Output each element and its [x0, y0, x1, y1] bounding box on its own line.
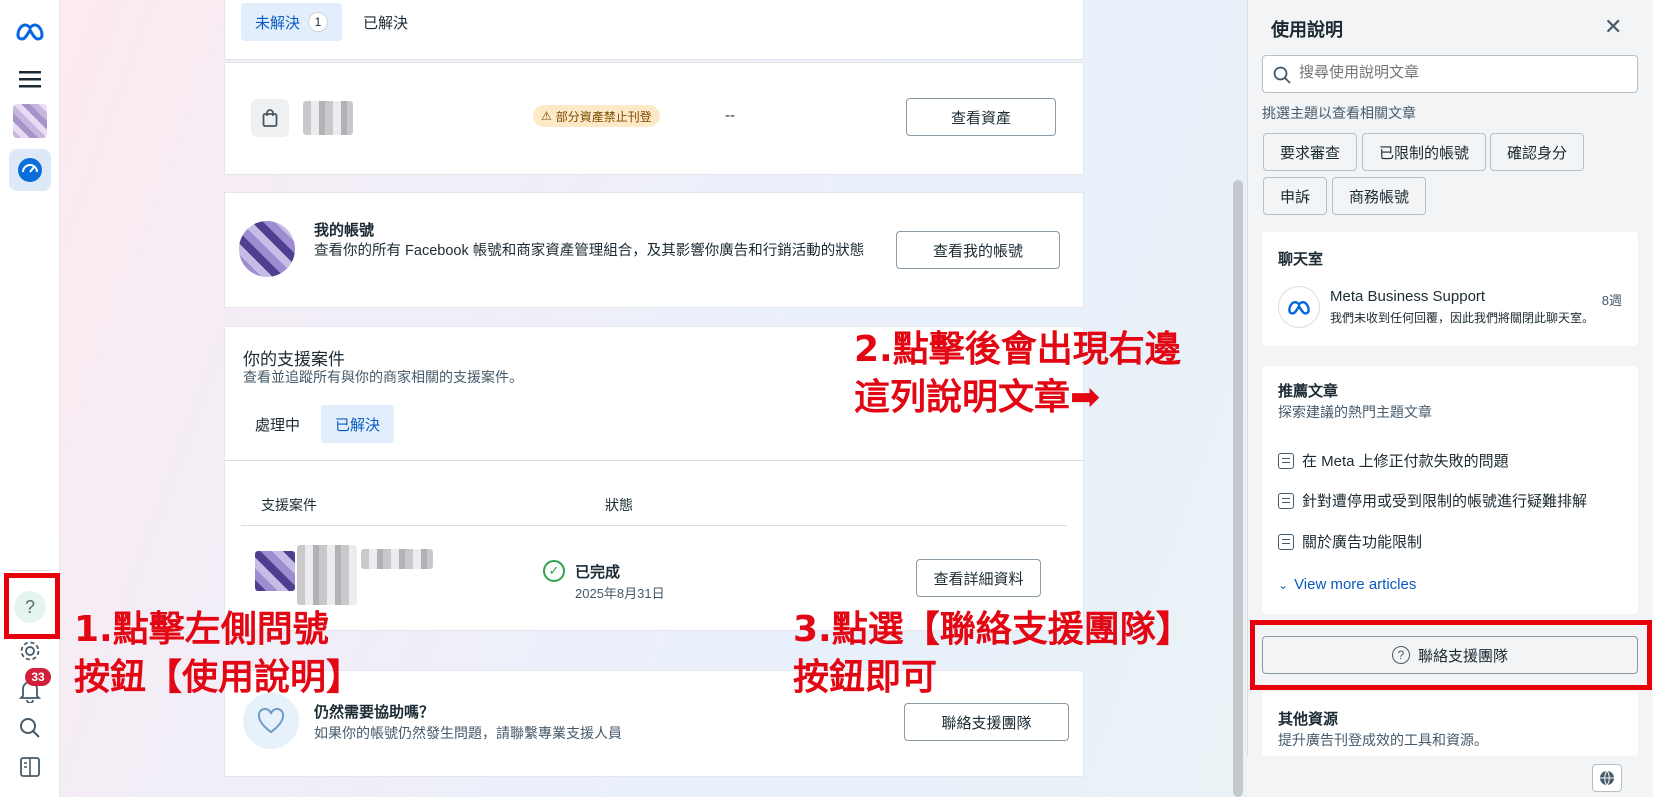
article-link[interactable]: 關於廣告功能限制	[1278, 531, 1422, 552]
case-date: 2025年8月31日	[575, 586, 665, 601]
search-icon[interactable]	[9, 707, 51, 749]
view-my-account-button[interactable]: 查看我的帳號	[896, 231, 1060, 269]
issues-tabs-card: 未解決 1 已解決	[224, 0, 1084, 60]
globe-icon[interactable]	[1592, 764, 1622, 792]
annotation-step3: 3.點選【聯絡支援團隊】 按鈕即可	[793, 609, 1192, 698]
annotation-step1: 1.點擊左側問號 按鈕【使用說明】	[74, 609, 363, 698]
tab-resolved[interactable]: 已解決	[349, 3, 422, 41]
need-help-title: 仍然需要協助嗎？	[314, 704, 435, 721]
chevron-down-icon: ⌄	[1278, 577, 1289, 592]
topic-chip-business[interactable]: 商務帳號	[1332, 177, 1427, 215]
other-resources-title: 其他資源	[1278, 711, 1339, 728]
topics-hint: 挑選主題以查看相關文章	[1262, 105, 1416, 121]
view-details-button[interactable]: 查看詳細資料	[916, 559, 1041, 597]
support-home-icon[interactable]	[9, 149, 51, 191]
check-circle-icon: ✓	[543, 560, 565, 582]
left-rail: ? 33	[0, 0, 60, 797]
recommended-articles-card: 推薦文章 探索建議的熱門主題文章 在 Meta 上修正付款失敗的問題 針對遭停用…	[1262, 366, 1638, 614]
view-more-articles-link[interactable]: ⌄ View more articles	[1278, 576, 1416, 593]
article-icon	[1278, 492, 1294, 509]
tab-in-progress[interactable]: 處理中	[241, 405, 314, 443]
tab-cases-resolved[interactable]: 已解決	[321, 405, 395, 443]
chat-time: 8週	[1601, 293, 1622, 308]
chat-message: 我們未收到任何回覆，因此我們將關閉此聊天室。	[1330, 311, 1595, 325]
annotation-box-help	[4, 573, 60, 639]
account-avatar	[239, 221, 295, 277]
recommended-subtitle: 探索建議的熱門主題文章	[1278, 404, 1432, 420]
annotation-box-contact	[1250, 620, 1652, 690]
menu-icon[interactable]	[9, 58, 51, 100]
asset-value-dash: --	[725, 107, 735, 124]
article-link[interactable]: 在 Meta 上修正付款失敗的問題	[1278, 450, 1509, 471]
meta-logo-icon[interactable]	[9, 10, 51, 52]
help-search-input[interactable]	[1299, 64, 1619, 81]
article-link[interactable]: 針對遭停用或受到限制的帳號進行疑難排解	[1278, 490, 1587, 511]
support-cases-subtitle: 查看並追蹤所有與你的商家相關的支援案件。	[243, 369, 523, 385]
main-scrollbar[interactable]	[1233, 180, 1243, 797]
chat-card: 聊天室 Meta Business Support 8週 我們未收到任何回覆，因…	[1262, 232, 1638, 346]
recommended-title: 推薦文章	[1278, 383, 1339, 400]
unresolved-count: 1	[308, 12, 329, 32]
blurred-asset-name	[303, 101, 353, 135]
topic-chip-verify[interactable]: 確認身分	[1490, 133, 1585, 171]
case-status: 已完成	[575, 564, 621, 581]
contact-support-main-button[interactable]: 聯絡支援團隊	[904, 703, 1069, 741]
article-icon	[1278, 452, 1294, 469]
asset-row-card: ⚠ 部分資產禁止刊登 -- 查看資產	[224, 62, 1084, 175]
close-icon[interactable]: ✕	[1604, 14, 1622, 40]
chat-title: 聊天室	[1278, 251, 1324, 268]
panel-toggle-icon[interactable]	[9, 746, 51, 788]
topic-chip-appeal[interactable]: 申訴	[1263, 177, 1328, 215]
view-assets-button[interactable]: 查看資產	[906, 98, 1056, 136]
other-resources-card: 其他資源 提升廣告刊登成效的工具和資源。	[1262, 692, 1638, 756]
col-header-case: 支援案件	[261, 497, 317, 513]
blurred-case-name	[361, 549, 433, 569]
notification-badge: 33	[25, 668, 51, 686]
meta-logo-icon	[1278, 286, 1320, 328]
need-help-description: 如果你的帳號仍然發生問題，請聯繫專業支援人員	[314, 725, 622, 741]
my-account-description: 查看你的所有 Facebook 帳號和商家資產管理組合，及其影響你廣告和行銷活動…	[314, 243, 865, 259]
shopping-bag-icon	[251, 99, 289, 137]
blurred-case-id	[297, 545, 357, 605]
other-resources-subtitle: 提升廣告刊登成效的工具和資源。	[1278, 732, 1488, 748]
tab-unresolved[interactable]: 未解決 1	[241, 3, 343, 41]
chat-name: Meta Business Support	[1330, 288, 1486, 305]
help-panel-title: 使用說明	[1271, 20, 1343, 40]
blurred-case-thumb	[255, 551, 295, 591]
my-account-card: 我的帳號 查看你的所有 Facebook 帳號和商家資產管理組合，及其影響你廣告…	[224, 192, 1084, 308]
business-avatar[interactable]	[9, 100, 51, 142]
col-header-status: 狀態	[605, 497, 633, 513]
help-search-field[interactable]	[1262, 55, 1638, 93]
topic-chip-review[interactable]: 要求審查	[1263, 133, 1358, 171]
restriction-badge: ⚠ 部分資產禁止刊登	[533, 105, 660, 127]
article-icon	[1278, 533, 1294, 550]
search-icon	[1273, 66, 1291, 84]
warning-icon: ⚠	[541, 109, 552, 123]
annotation-step2: 2.點擊後會出現右邊 這列說明文章➡	[854, 329, 1181, 418]
notifications-icon[interactable]: 33	[9, 668, 51, 712]
topic-chip-restricted[interactable]: 已限制的帳號	[1362, 133, 1487, 171]
my-account-title: 我的帳號	[314, 222, 375, 239]
